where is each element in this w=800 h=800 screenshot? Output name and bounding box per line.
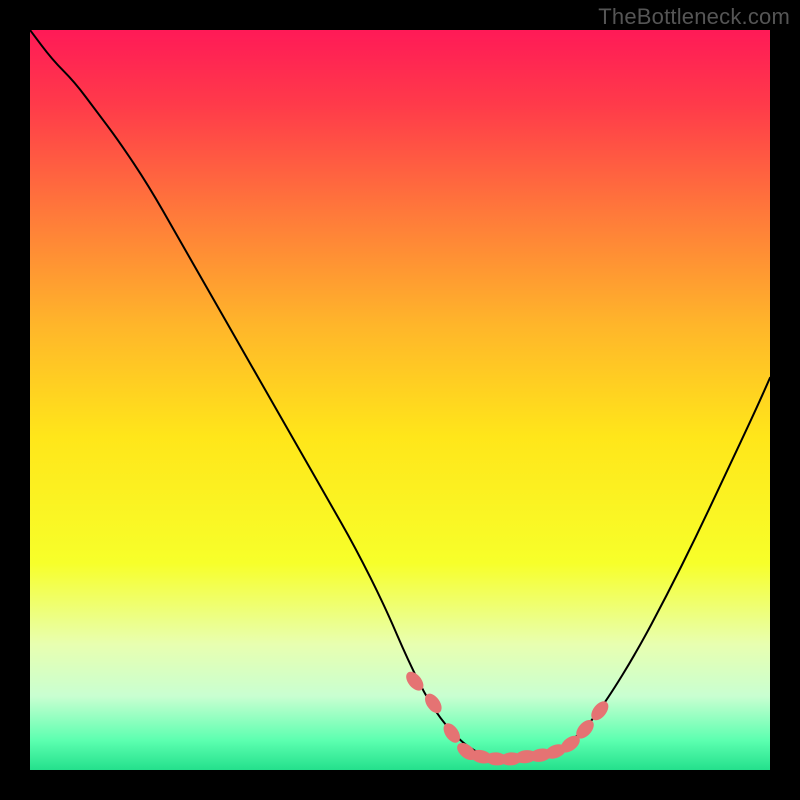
chart-svg <box>30 30 770 770</box>
plot-area <box>30 30 770 770</box>
chart-background <box>30 30 770 770</box>
chart-container: TheBottleneck.com <box>0 0 800 800</box>
watermark-text: TheBottleneck.com <box>598 4 790 30</box>
